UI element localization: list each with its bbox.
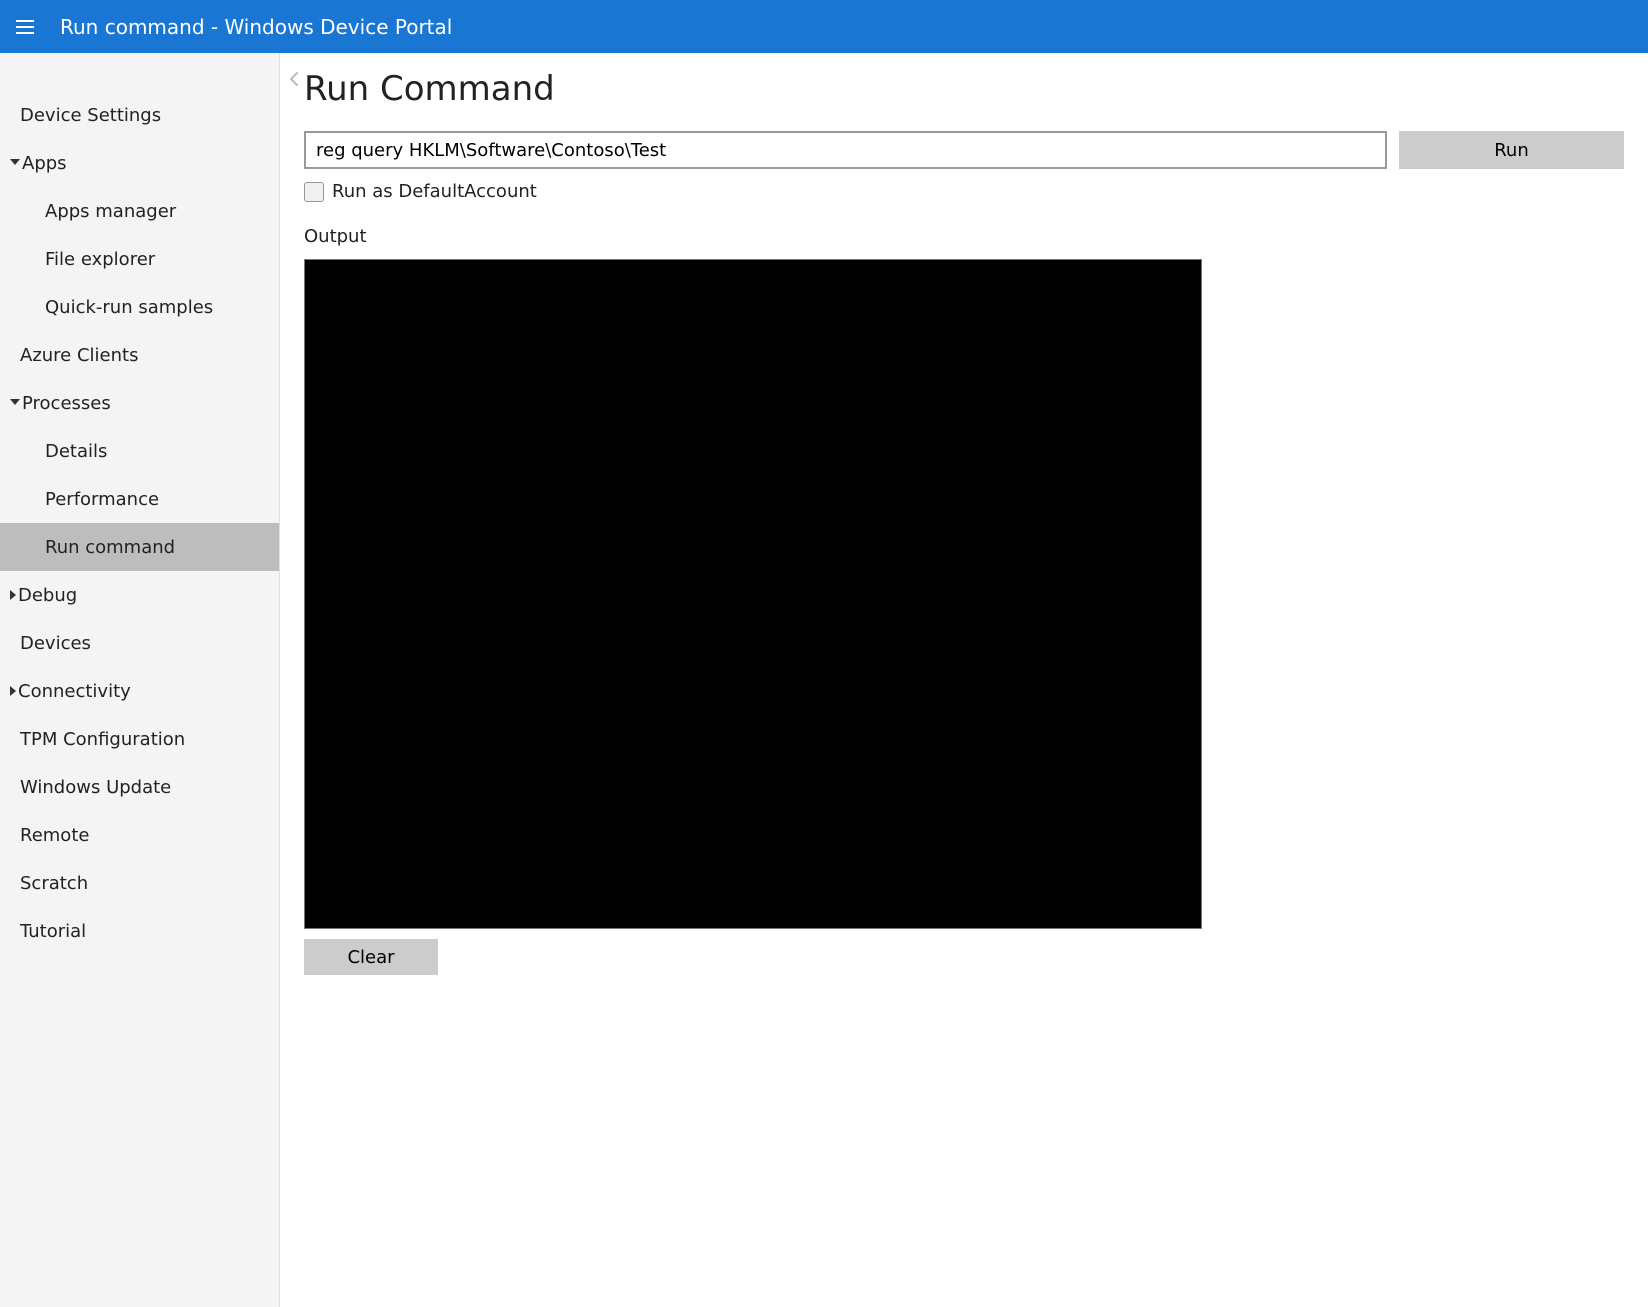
sidebar-item-performance[interactable]: Performance — [0, 475, 279, 523]
sidebar-item-tpm-configuration[interactable]: TPM Configuration — [0, 715, 279, 763]
sidebar-item-windows-update[interactable]: Windows Update — [0, 763, 279, 811]
page-title: Run Command — [304, 69, 1624, 109]
caret-right-icon — [10, 590, 16, 600]
caret-right-icon — [10, 686, 16, 696]
sidebar-item-label: TPM Configuration — [20, 729, 185, 750]
sidebar-item-label: Connectivity — [18, 681, 131, 702]
sidebar-item-debug[interactable]: Debug — [0, 571, 279, 619]
sidebar-item-label: Quick-run samples — [45, 297, 213, 318]
sidebar-item-tutorial[interactable]: Tutorial — [0, 907, 279, 955]
sidebar-item-label: Apps — [22, 153, 67, 174]
sidebar-item-label: Tutorial — [20, 921, 86, 942]
main-content: Run Command Run Run as DefaultAccount Ou… — [280, 53, 1648, 1307]
sidebar-item-device-settings[interactable]: Device Settings — [0, 91, 279, 139]
sidebar-item-label: Processes — [22, 393, 111, 414]
clear-button[interactable]: Clear — [304, 939, 438, 975]
run-as-default-account-checkbox[interactable] — [304, 182, 324, 202]
sidebar-item-label: Run command — [45, 537, 175, 558]
sidebar-item-scratch[interactable]: Scratch — [0, 859, 279, 907]
sidebar-item-label: Debug — [18, 585, 77, 606]
sidebar-item-label: Scratch — [20, 873, 88, 894]
sidebar-item-label: Details — [45, 441, 107, 462]
output-label: Output — [304, 226, 1624, 247]
sidebar-item-remote[interactable]: Remote — [0, 811, 279, 859]
sidebar-item-connectivity[interactable]: Connectivity — [0, 667, 279, 715]
menu-icon[interactable] — [16, 15, 40, 39]
sidebar-item-file-explorer[interactable]: File explorer — [0, 235, 279, 283]
collapse-sidebar-icon[interactable] — [284, 67, 304, 91]
sidebar: Device Settings Apps Apps manager File expl… — [0, 53, 280, 1307]
sidebar-item-apps-manager[interactable]: Apps manager — [0, 187, 279, 235]
sidebar-item-processes[interactable]: Processes — [0, 379, 279, 427]
sidebar-item-azure-clients[interactable]: Azure Clients — [0, 331, 279, 379]
sidebar-item-label: Remote — [20, 825, 89, 846]
command-input[interactable] — [304, 131, 1387, 169]
run-button[interactable]: Run — [1399, 131, 1624, 169]
app-header: Run command - Windows Device Portal — [0, 0, 1648, 53]
sidebar-item-label: Devices — [20, 633, 91, 654]
app-title: Run command - Windows Device Portal — [60, 15, 452, 39]
sidebar-item-apps[interactable]: Apps — [0, 139, 279, 187]
output-console[interactable] — [304, 259, 1202, 929]
sidebar-item-devices[interactable]: Devices — [0, 619, 279, 667]
caret-down-icon — [10, 159, 20, 165]
sidebar-item-label: Apps manager — [45, 201, 176, 222]
sidebar-item-label: Azure Clients — [20, 345, 138, 366]
sidebar-item-label: Windows Update — [20, 777, 171, 798]
sidebar-item-label: File explorer — [45, 249, 155, 270]
sidebar-item-quick-run-samples[interactable]: Quick-run samples — [0, 283, 279, 331]
sidebar-item-label: Performance — [45, 489, 159, 510]
sidebar-item-label: Device Settings — [20, 105, 161, 126]
run-as-default-account-label: Run as DefaultAccount — [332, 181, 537, 202]
caret-down-icon — [10, 399, 20, 405]
sidebar-item-details[interactable]: Details — [0, 427, 279, 475]
sidebar-item-run-command[interactable]: Run command — [0, 523, 279, 571]
